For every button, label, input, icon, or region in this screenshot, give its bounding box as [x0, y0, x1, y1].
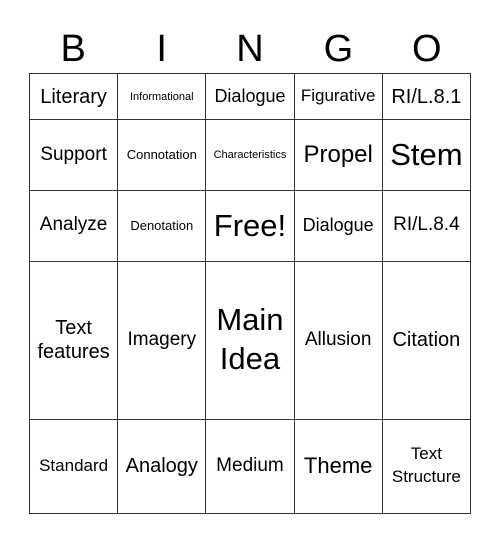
bingo-cell[interactable]: RI/L.8.4: [381, 189, 472, 262]
bingo-cell[interactable]: Connotation: [117, 119, 207, 191]
bingo-cell[interactable]: Propel: [293, 119, 383, 191]
header-letter-g: G: [323, 28, 354, 70]
bingo-cell[interactable]: Dialogue: [205, 72, 295, 121]
bingo-cell[interactable]: Support: [28, 119, 119, 191]
bingo-cell[interactable]: Text features: [28, 260, 119, 420]
grid-row: Text features Imagery Main Idea Allusion…: [28, 260, 472, 420]
header-letter-o: O: [412, 28, 442, 70]
bingo-header: B I N G O: [29, 26, 471, 72]
grid-row: Support Connotation Characteristics Prop…: [28, 119, 472, 191]
bingo-cell[interactable]: Informational: [117, 72, 207, 121]
bingo-cell[interactable]: Text Structure: [381, 418, 472, 515]
bingo-cell[interactable]: Dialogue: [293, 189, 383, 262]
bingo-cell[interactable]: Denotation: [117, 189, 207, 262]
bingo-cell[interactable]: Standard: [28, 418, 119, 515]
header-letter-b: B: [60, 28, 86, 70]
bingo-cell[interactable]: Analyze: [28, 189, 119, 262]
bingo-cell[interactable]: Main Idea: [205, 260, 295, 420]
bingo-cell[interactable]: Theme: [293, 418, 383, 515]
bingo-cell[interactable]: RI/L.8.1: [381, 72, 472, 121]
header-letter-n: N: [236, 28, 264, 70]
bingo-grid: Literary Informational Dialogue Figurati…: [28, 72, 472, 515]
grid-row: Literary Informational Dialogue Figurati…: [28, 72, 472, 121]
header-letter-i: I: [156, 28, 167, 70]
bingo-cell[interactable]: Allusion: [293, 260, 383, 420]
bingo-cell[interactable]: Figurative: [293, 72, 383, 121]
bingo-cell[interactable]: Citation: [381, 260, 472, 420]
bingo-cell[interactable]: Literary: [28, 72, 119, 121]
bingo-cell[interactable]: Imagery: [117, 260, 207, 420]
bingo-cell[interactable]: Analogy: [117, 418, 207, 515]
grid-row: Analyze Denotation Free! Dialogue RI/L.8…: [28, 189, 472, 262]
bingo-cell[interactable]: Stem: [381, 119, 472, 191]
bingo-cell[interactable]: Characteristics: [205, 119, 295, 191]
free-space-cell[interactable]: Free!: [205, 189, 295, 262]
grid-row: Standard Analogy Medium Theme Text Struc…: [28, 418, 472, 515]
bingo-cell[interactable]: Medium: [205, 418, 295, 515]
